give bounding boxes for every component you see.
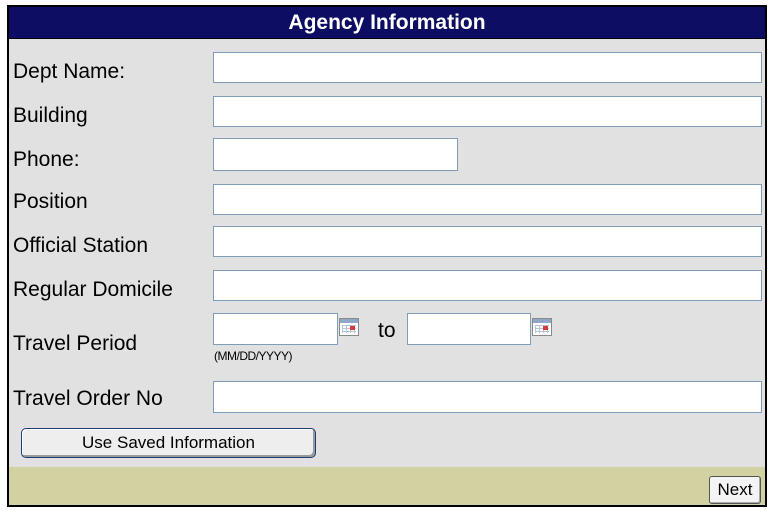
travel-period-separator: to [378,319,396,342]
agency-information-form: Agency Information Dept Name: Building P… [7,5,767,507]
regular-domicile-label: Regular Domicile [13,278,173,301]
date-format-hint: (MM/DD/YYYY) [214,349,293,363]
travel-order-no-input[interactable] [213,381,762,413]
travel-period-end-input[interactable] [407,313,531,345]
calendar-icon[interactable] [532,318,552,336]
official-station-input[interactable] [213,226,762,257]
official-station-label: Official Station [13,234,149,257]
travel-period-label: Travel Period [13,332,138,355]
phone-input[interactable] [213,138,458,171]
building-input[interactable] [213,96,762,127]
calendar-icon[interactable] [339,318,359,336]
form-title: Agency Information [9,7,765,39]
travel-period-start-input[interactable] [213,313,338,345]
dept-name-label: Dept Name: [13,60,126,83]
use-saved-information-button[interactable]: Use Saved Information [21,428,316,458]
dept-name-input[interactable] [213,52,762,83]
position-input[interactable] [213,184,762,215]
travel-order-no-label: Travel Order No [13,387,163,410]
form-footer: Next [9,467,765,505]
phone-label: Phone: [13,148,80,171]
next-button[interactable]: Next [709,476,761,504]
building-label: Building [13,104,88,127]
regular-domicile-input[interactable] [213,270,762,301]
position-label: Position [13,190,88,213]
